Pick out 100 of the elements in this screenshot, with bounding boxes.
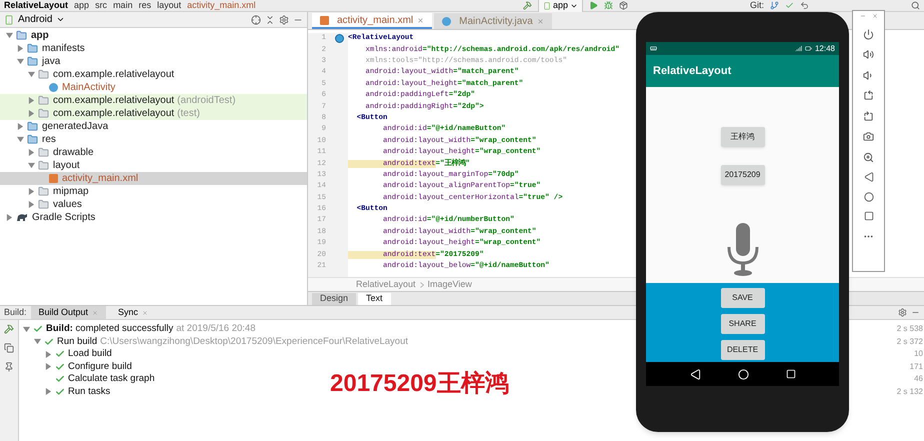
tree-item[interactable]: mipmap	[0, 185, 307, 198]
minimize-icon[interactable]	[860, 13, 866, 19]
search-icon[interactable]	[911, 1, 920, 10]
build-step[interactable]: Build: completed successfully	[46, 322, 174, 336]
tree-item[interactable]: java	[0, 55, 307, 68]
tree-item-label: drawable	[53, 146, 94, 160]
tree-item[interactable]: MainActivity	[0, 81, 307, 94]
close-icon[interactable]	[142, 310, 148, 316]
camera-icon[interactable]	[863, 131, 874, 142]
close-icon[interactable]	[92, 310, 98, 316]
collapsed-arrow-icon[interactable]	[17, 45, 24, 52]
class-icon	[442, 16, 452, 26]
duration: 2 s 538	[896, 323, 923, 335]
crosshair-icon[interactable]	[251, 14, 261, 24]
rotate-left-icon[interactable]	[863, 90, 874, 101]
close-icon[interactable]	[417, 16, 424, 24]
power-icon[interactable]	[863, 28, 874, 40]
app-button[interactable]: 20175209	[720, 165, 764, 185]
volume-down-icon[interactable]	[863, 70, 874, 80]
collapse-icon[interactable]	[265, 14, 275, 24]
zoom-icon[interactable]	[863, 152, 874, 162]
expanded-arrow-icon[interactable]	[34, 338, 41, 346]
editor-tab[interactable]: activity_main.xml	[312, 13, 432, 29]
build-step[interactable]: Calculate task graph	[68, 372, 155, 386]
tree-item[interactable]: res	[0, 133, 307, 146]
app-button[interactable]: SHARE	[720, 314, 764, 334]
package-icon[interactable]	[618, 1, 628, 10]
copy-icon[interactable]	[4, 343, 14, 353]
tree-item[interactable]: manifests	[0, 42, 307, 55]
tree-item[interactable]: com.example.relativelayout	[0, 68, 307, 81]
tree-item[interactable]: drawable	[0, 146, 307, 159]
breadcrumb[interactable]: layout	[157, 0, 182, 12]
microphone-icon	[726, 223, 760, 276]
folder-icon	[38, 147, 49, 158]
build-tab[interactable]: Sync	[110, 306, 156, 319]
tree-item[interactable]: layout	[0, 159, 307, 172]
hammer-icon[interactable]	[4, 324, 14, 334]
build-step[interactable]: Load build	[68, 347, 112, 362]
mode-tab[interactable]: Design	[312, 293, 356, 305]
collapsed-arrow-icon[interactable]	[45, 350, 52, 358]
breadcrumb[interactable]: RelativeLayout	[4, 0, 68, 12]
breadcrumb[interactable]: activity_main.xml	[187, 0, 256, 12]
pin-icon[interactable]	[4, 362, 14, 372]
tree-item[interactable]: com.example.relativelayout (androidTest)	[0, 94, 307, 107]
tree-item[interactable]: app	[0, 29, 307, 42]
collapsed-arrow-icon[interactable]	[6, 214, 13, 221]
breadcrumb[interactable]: main	[113, 0, 133, 12]
build-step[interactable]: Run build	[57, 334, 98, 349]
build-step[interactable]: Configure build	[68, 360, 132, 374]
battery-icon	[804, 45, 812, 52]
close-icon[interactable]	[536, 18, 544, 24]
close-icon[interactable]	[872, 13, 878, 19]
bug-icon[interactable]	[604, 1, 613, 10]
breadcrumb[interactable]: app	[74, 0, 90, 12]
expanded-arrow-icon[interactable]	[17, 136, 24, 143]
collapsed-arrow-icon[interactable]	[45, 388, 52, 396]
build-step[interactable]: Run tasks	[68, 384, 110, 399]
duration: 171	[910, 360, 923, 372]
build-step-detail: at 2019/5/16 20:48	[176, 322, 256, 336]
hammer-icon[interactable]	[522, 1, 532, 10]
mode-tab[interactable]: Text	[358, 293, 391, 305]
volume-up-icon[interactable]	[863, 49, 874, 60]
settings-icon[interactable]	[279, 14, 289, 24]
app-button[interactable]: 王梓鸿	[720, 127, 764, 147]
tree-item[interactable]: Gradle Scripts	[0, 211, 307, 224]
rotate-right-icon[interactable]	[863, 110, 874, 122]
signal-icon	[794, 45, 802, 52]
layout-file-icon	[49, 174, 58, 183]
tree-item[interactable]: com.example.relativelayout (test)	[0, 107, 307, 120]
collapsed-arrow-icon[interactable]	[45, 363, 52, 370]
caret-icon	[56, 15, 66, 24]
tree-item[interactable]: values	[0, 198, 307, 211]
view-dropdown[interactable]: Android	[4, 12, 66, 27]
home-icon[interactable]	[864, 192, 874, 202]
module-folder-icon	[16, 30, 27, 41]
expanded-arrow-icon[interactable]	[6, 32, 13, 39]
app-button[interactable]: DELETE	[720, 340, 764, 360]
tree-item-label: MainActivity	[62, 81, 116, 95]
tree-item[interactable]: generatedJava	[0, 120, 307, 133]
breadcrumb[interactable]: src	[95, 0, 108, 12]
status-time: 12:48	[814, 42, 835, 54]
build-tab[interactable]: Build Output	[30, 306, 106, 319]
run-icon[interactable]	[588, 1, 598, 10]
class-badge-icon	[334, 34, 344, 44]
expanded-arrow-icon[interactable]	[28, 162, 35, 169]
app-button[interactable]: SAVE	[720, 288, 764, 308]
tree-item-label: generatedJava	[42, 120, 108, 134]
undo-icon[interactable]	[800, 1, 809, 10]
branch-icon[interactable]	[770, 1, 779, 10]
run-config-dropdown[interactable]: app	[538, 0, 583, 14]
breadcrumb[interactable]: res	[138, 0, 152, 12]
check-icon	[55, 386, 65, 397]
folder-icon	[38, 186, 49, 197]
collapsed-arrow-icon[interactable]	[28, 149, 35, 156]
back-icon[interactable]	[864, 172, 874, 182]
expanded-arrow-icon[interactable]	[23, 326, 30, 333]
overview-icon[interactable]	[864, 211, 874, 221]
check-icon[interactable]	[785, 1, 794, 10]
settings-icon[interactable]	[898, 308, 907, 317]
folder-icon	[38, 69, 49, 80]
